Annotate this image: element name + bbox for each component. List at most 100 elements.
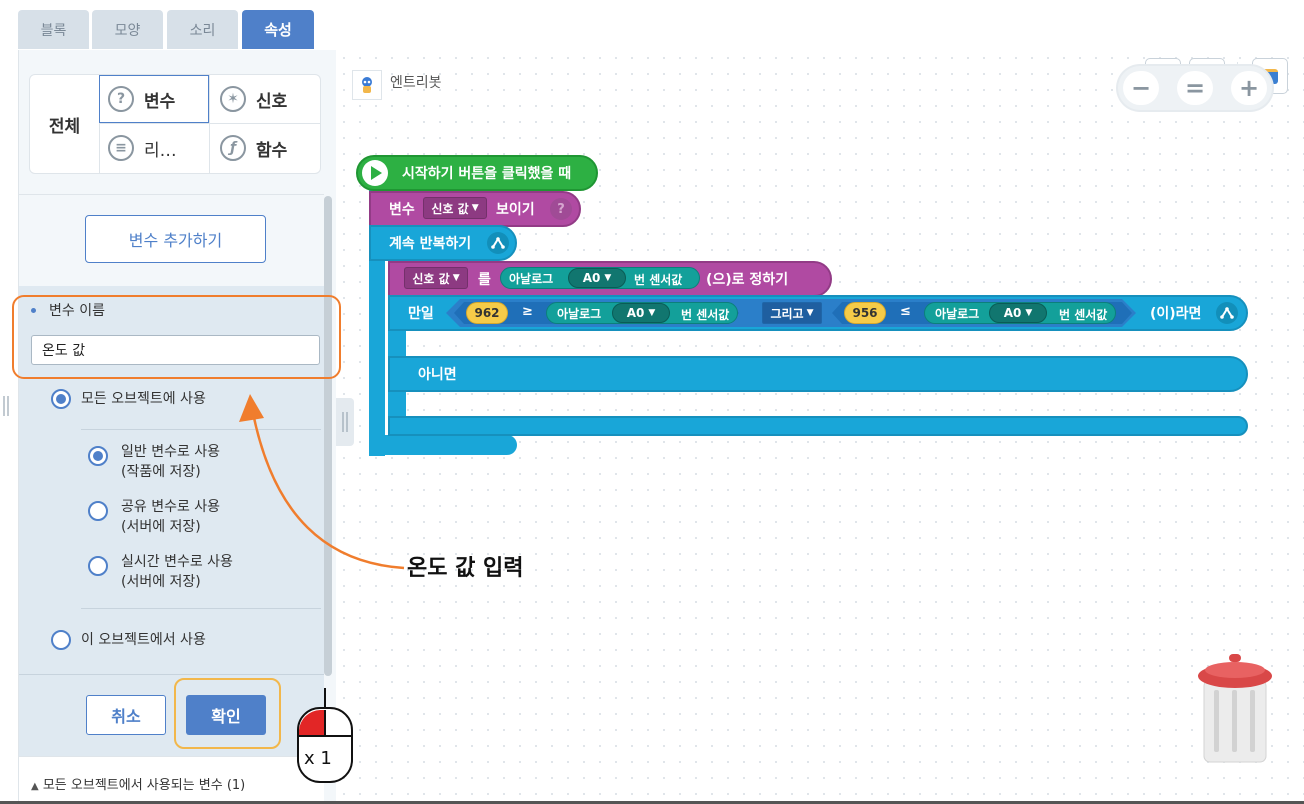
zoom-control: − = + [1118, 66, 1272, 110]
dropdown-value: A0 [626, 306, 645, 320]
dropdown-value: 신호 값 [431, 201, 469, 216]
and-dropdown[interactable]: 그리고 ▼ [762, 302, 822, 324]
divider [81, 608, 321, 609]
option-line2: (작품에 저장) [121, 464, 201, 480]
option-line1: 공유 변수로 사용 [121, 499, 221, 515]
category-divider [210, 123, 320, 124]
category-label: 변수 [144, 91, 176, 112]
radio-shared-variable[interactable] [88, 501, 108, 521]
number-input[interactable]: 962 [466, 302, 508, 324]
all-objects-variable-label: 모든 오브젝트에서 사용되는 변수 (1) [42, 778, 246, 793]
entrybot-thumbnail [352, 70, 382, 100]
dropdown-arrow-icon: ▼ [452, 273, 460, 283]
loop-icon [487, 232, 509, 254]
radio-shared-variable-label: 공유 변수로 사용 (서버에 저장) [121, 497, 220, 537]
option-line1: 실시간 변수로 사용 [121, 554, 233, 570]
cancel-button[interactable]: 취소 [86, 695, 166, 735]
function-icon: ƒ [220, 135, 246, 161]
sensor-suffix: 번 센서값 [1059, 308, 1108, 322]
play-icon [362, 160, 388, 186]
show-variable-suffix: 보이기 [496, 202, 535, 218]
dropdown-value: A0 [582, 271, 601, 285]
category-all[interactable]: 전체 [30, 75, 100, 173]
tab-blocks[interactable]: 블록 [18, 10, 89, 49]
sensor-suffix: 번 센서값 [634, 273, 683, 287]
dropdown-arrow-icon: ▼ [471, 203, 479, 213]
confirm-button-highlight [174, 678, 281, 749]
block-text: 아날로그 [557, 306, 602, 321]
help-icon[interactable]: ? [550, 198, 572, 220]
annotation-arrow [239, 394, 405, 570]
if-else-end [388, 416, 1248, 436]
category-label: 리… [144, 140, 177, 161]
radio-normal-variable[interactable] [88, 446, 108, 466]
dropdown-arrow-icon: ▼ [648, 308, 656, 318]
divider [19, 674, 324, 675]
radio-this-object-label: 이 오브젝트에서 사용 [81, 632, 206, 648]
dropdown-value: 그리고 [770, 306, 804, 321]
category-function[interactable]: ƒ 함수 [220, 135, 287, 161]
port-dropdown[interactable]: A0 ▼ [568, 268, 626, 288]
operator: ≥ [522, 304, 533, 319]
block-text: 변수 [389, 202, 415, 218]
set-variable-mid: 를 [478, 272, 491, 288]
signal-icon: ✶ [220, 86, 246, 112]
port-dropdown[interactable]: A0 ▼ [989, 303, 1047, 323]
else-section: 아니면 [388, 356, 1248, 392]
tab-sounds[interactable]: 소리 [167, 10, 238, 49]
category-label: 신호 [256, 91, 288, 112]
block-text: 아날로그 [935, 306, 980, 321]
operator: ≤ [900, 304, 911, 319]
number-value: 962 [474, 306, 500, 320]
all-objects-variable-toggle[interactable]: ▲ 모든 오브젝트에서 사용되는 변수 (1) [31, 774, 245, 793]
dropdown-value: A0 [1003, 306, 1022, 320]
zoom-reset-button[interactable]: = [1177, 71, 1213, 105]
option-line1: 일반 변수로 사용 [121, 444, 221, 460]
entry-editor: 블록 모양 소리 속성 전체 ? 변수 ✶ 신호 ≡ 리… ƒ 함수 변수 추가… [0, 0, 1304, 804]
category-signal[interactable]: ✶ 신호 [220, 86, 287, 112]
list-icon: ≡ [108, 135, 134, 161]
variable-dropdown[interactable]: 신호 값 ▼ [404, 267, 468, 289]
number-input[interactable]: 956 [844, 302, 886, 324]
add-variable-button[interactable]: 변수 추가하기 [85, 215, 266, 263]
question-icon: ? [108, 86, 134, 112]
port-dropdown[interactable]: A0 ▼ [612, 303, 670, 323]
block-canvas[interactable]: 엔트리봇 ≡ + − = + [336, 50, 1304, 804]
block-text: 계속 반복하기 [389, 236, 472, 252]
category-divider [100, 123, 210, 124]
set-variable-suffix: (으)로 정하기 [706, 272, 789, 288]
variable-name-highlight [12, 295, 341, 379]
option-line2: (서버에 저장) [121, 519, 201, 535]
dropdown-arrow-icon: ▼ [1025, 308, 1033, 318]
zoom-out-button[interactable]: − [1123, 71, 1159, 105]
sensor-suffix: 번 센서값 [681, 308, 730, 322]
tab-properties[interactable]: 속성 [242, 10, 314, 49]
category-divider [209, 75, 210, 173]
variable-dropdown[interactable]: 신호 값 ▼ [423, 197, 487, 219]
dropdown-arrow-icon: ▼ [604, 273, 612, 283]
entrybot-icon [362, 77, 372, 93]
category-list[interactable]: ≡ 리… [108, 135, 177, 161]
section-divider [19, 194, 324, 195]
zoom-in-button[interactable]: + [1231, 71, 1267, 105]
click-count: x 1 [304, 748, 332, 769]
object-name: 엔트리봇 [390, 75, 442, 91]
trash-can-icon[interactable] [1194, 650, 1276, 766]
radio-all-objects-label: 모든 오브젝트에 사용 [81, 391, 206, 407]
start-block[interactable]: 시작하기 버튼을 클릭했을 때 [356, 155, 598, 191]
number-value: 956 [852, 306, 878, 320]
radio-realtime-variable-label: 실시간 변수로 사용 (서버에 저장) [121, 552, 233, 592]
start-block-label: 시작하기 버튼을 클릭했을 때 [402, 166, 572, 182]
branch-icon [1216, 302, 1238, 324]
category-box: 전체 ? 변수 ✶ 신호 ≡ 리… ƒ 함수 [29, 74, 321, 174]
left-resize-handle[interactable] [3, 396, 9, 416]
category-variable[interactable]: ? 변수 [108, 86, 175, 112]
option-line2: (서버에 저장) [121, 574, 201, 590]
tab-shapes[interactable]: 모양 [92, 10, 163, 49]
radio-this-object[interactable] [51, 630, 71, 650]
block-text: 만일 [408, 306, 434, 322]
triangle-up-icon: ▲ [31, 781, 39, 792]
radio-realtime-variable[interactable] [88, 556, 108, 576]
block-text: 아날로그 [509, 271, 554, 286]
radio-all-objects[interactable] [51, 389, 71, 409]
